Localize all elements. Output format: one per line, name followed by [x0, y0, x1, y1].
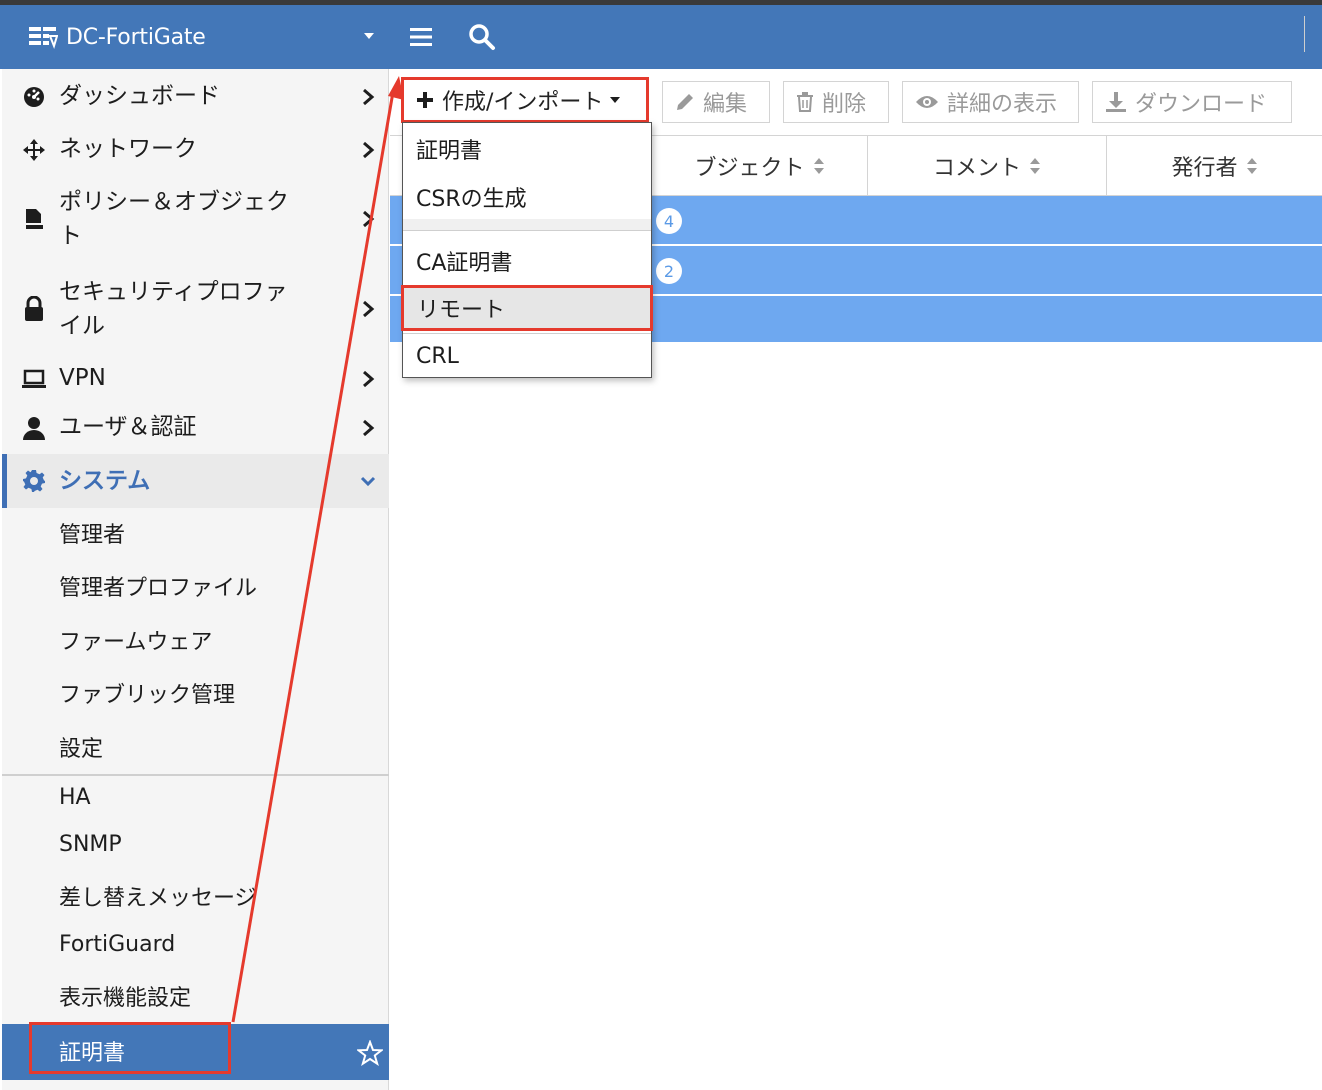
annotation-arrow — [231, 76, 404, 1023]
